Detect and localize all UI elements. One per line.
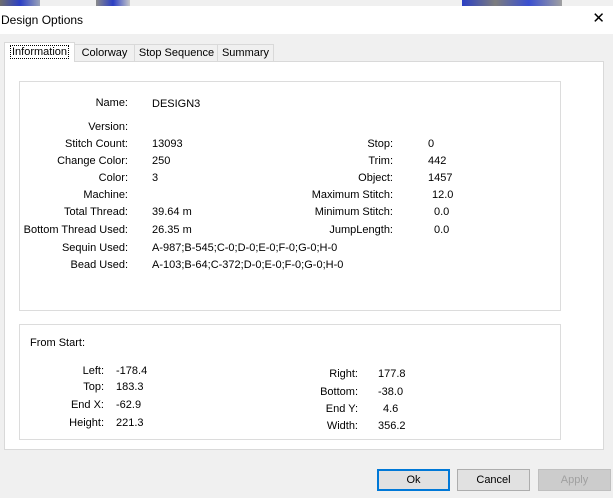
color-label: Color: [98, 172, 128, 184]
height-label: Height: [69, 417, 104, 429]
jump-length-label: JumpLength: [329, 224, 393, 236]
bottom-label: Bottom: [320, 386, 358, 398]
max-stitch-label: Maximum Stitch: [311, 189, 393, 201]
object-label: Object: [358, 172, 393, 184]
right-value: 177.8 [378, 368, 406, 380]
close-icon[interactable]: ✕ [592, 9, 605, 27]
width-label: Width: [326, 420, 358, 432]
min-stitch-value: 0.0 [434, 206, 450, 218]
apply-button[interactable]: Apply [538, 469, 611, 491]
end-y-label: End Y: [325, 403, 358, 415]
color-value: 3 [152, 172, 159, 184]
stop-label: Stop: [367, 138, 393, 150]
top-value: 183.3 [116, 381, 144, 393]
height-value: 221.3 [116, 417, 144, 429]
width-value: 356.2 [378, 420, 406, 432]
design-info-group: Name: DESIGN3 Version: Stitch Count: 130… [19, 81, 561, 311]
total-thread-value: 39.64 m [152, 206, 192, 218]
window-title: Design Options [1, 13, 84, 27]
total-thread-label: Total Thread: [63, 206, 128, 218]
title-bar: Design Options ✕ [0, 6, 613, 34]
bottom-value: -38.0 [378, 386, 404, 398]
bead-used-value: A-103;B-64;C-372;D-0;E-0;F-0;G-0;H-0 [152, 259, 344, 271]
object-value: 1457 [428, 172, 453, 184]
right-label: Right: [329, 368, 358, 380]
change-color-value: 250 [152, 155, 171, 167]
tab-summary[interactable]: Summary [217, 44, 274, 62]
end-x-label: End X: [70, 399, 104, 411]
ok-button[interactable]: Ok [377, 469, 450, 491]
trim-value: 442 [428, 155, 447, 167]
change-color-label: Change Color: [57, 155, 128, 167]
machine-label: Machine: [83, 189, 128, 201]
bottom-thread-label: Bottom Thread Used: [23, 224, 128, 236]
stop-value: 0 [428, 138, 435, 150]
information-panel: Name: DESIGN3 Version: Stitch Count: 130… [4, 61, 604, 450]
name-label: Name: [95, 97, 128, 109]
left-label: Left: [82, 365, 104, 377]
version-label: Version: [88, 121, 128, 133]
from-start-group: From Start: Left: -178.4 Top: 183.3 End … [19, 324, 561, 440]
end-y-value: 4.6 [383, 403, 399, 415]
sequin-used-label: Sequin Used: [61, 242, 128, 254]
cancel-button[interactable]: Cancel [457, 469, 530, 491]
top-label: Top: [83, 381, 104, 393]
left-value: -178.4 [116, 365, 148, 377]
min-stitch-label: Minimum Stitch: [314, 206, 393, 218]
name-value: DESIGN3 [152, 98, 201, 110]
tab-information[interactable]: Information [4, 42, 75, 62]
tab-stop-sequence[interactable]: Stop Sequence [134, 44, 219, 62]
stitch-count-label: Stitch Count: [65, 138, 128, 150]
end-x-value: -62.9 [116, 399, 142, 411]
trim-label: Trim: [368, 155, 393, 167]
tab-colorway[interactable]: Colorway [73, 44, 136, 62]
sequin-used-value: A-987;B-545;C-0;D-0;E-0;F-0;G-0;H-0 [152, 242, 338, 254]
bottom-thread-value: 26.35 m [152, 224, 192, 236]
from-start-heading: From Start: [30, 337, 86, 349]
jump-length-value: 0.0 [434, 224, 450, 236]
bead-used-label: Bead Used: [70, 259, 128, 271]
max-stitch-value: 12.0 [432, 189, 454, 201]
stitch-count-value: 13093 [152, 138, 183, 150]
